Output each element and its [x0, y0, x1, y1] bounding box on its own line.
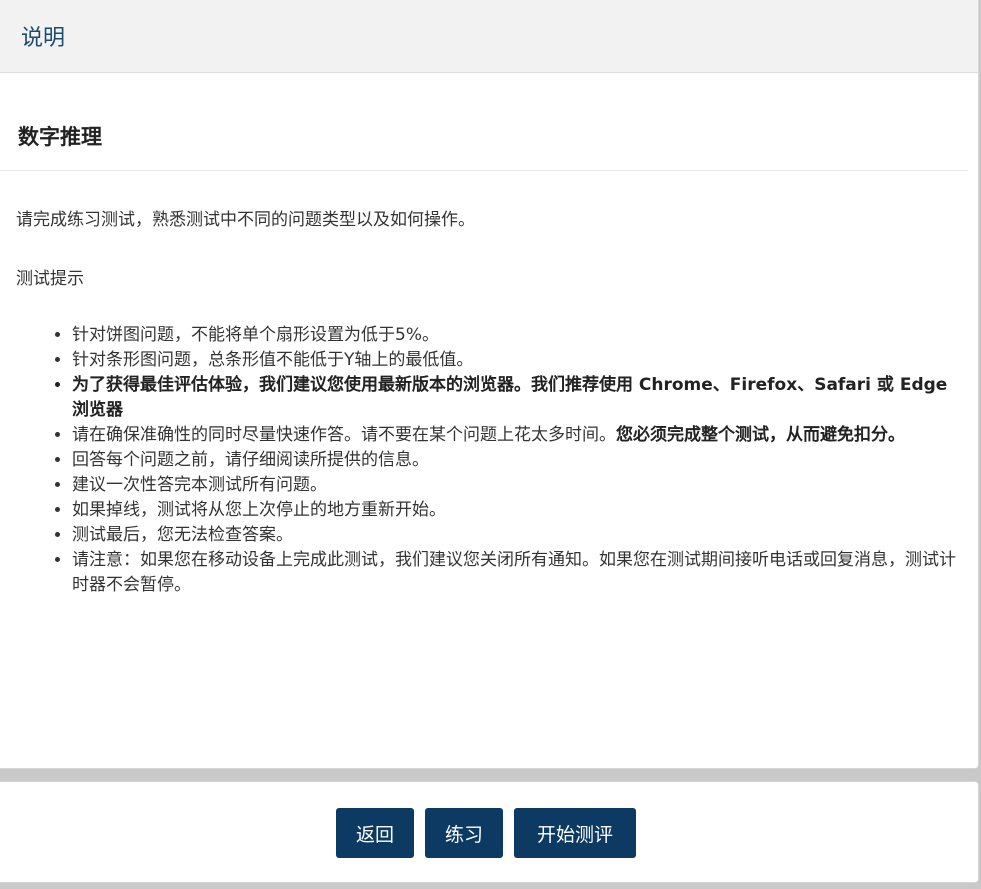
tip-item-speed-warning: 您必须完成整个测试，从而避免扣分。 [616, 425, 905, 445]
footer-bar: 返回 练习 开始测评 [0, 781, 979, 883]
tip-item: 针对饼图问题，不能将单个扇形设置为低于5%。 [72, 323, 967, 348]
tip-item-speed: 请在确保准确性的同时尽量快速作答。请不要在某个问题上花太多时间。您必须完成整个测… [72, 423, 967, 448]
practice-button[interactable]: 练习 [425, 808, 503, 858]
intro-text: 请完成练习测试，熟悉测试中不同的问题类型以及如何操作。 [16, 210, 475, 230]
back-button[interactable]: 返回 [336, 808, 414, 858]
tip-item: 回答每个问题之前，请仔细阅读所提供的信息。 [72, 448, 967, 473]
tips-title: 测试提示 [16, 269, 84, 289]
tip-item-speed-text: 请在确保准确性的同时尽量快速作答。请不要在某个问题上花太多时间。 [72, 425, 616, 445]
start-assessment-button[interactable]: 开始测评 [514, 808, 636, 858]
tip-item-browser: 为了获得最佳评估体验，我们建议您使用最新版本的浏览器。我们推荐使用 Chrome… [72, 373, 967, 423]
header-title: 说明 [21, 26, 66, 51]
panel-header: 说明 [0, 0, 978, 73]
section-divider [0, 170, 968, 171]
tip-item: 针对条形图问题，总条形值不能低于Y轴上的最低值。 [72, 348, 967, 373]
tip-item: 请注意：如果您在移动设备上完成此测试，我们建议您关闭所有通知。如果您在测试期间接… [72, 548, 967, 598]
section-title: 数字推理 [18, 125, 102, 149]
tips-list: 针对饼图问题，不能将单个扇形设置为低于5%。 针对条形图问题，总条形值不能低于Y… [42, 323, 967, 598]
instructions-panel: 说明 数字推理 请完成练习测试，熟悉测试中不同的问题类型以及如何操作。 测试提示… [0, 0, 979, 769]
tip-item: 建议一次性答完本测试所有问题。 [72, 473, 967, 498]
tip-item: 如果掉线，测试将从您上次停止的地方重新开始。 [72, 498, 967, 523]
tip-item: 测试最后，您无法检查答案。 [72, 523, 967, 548]
